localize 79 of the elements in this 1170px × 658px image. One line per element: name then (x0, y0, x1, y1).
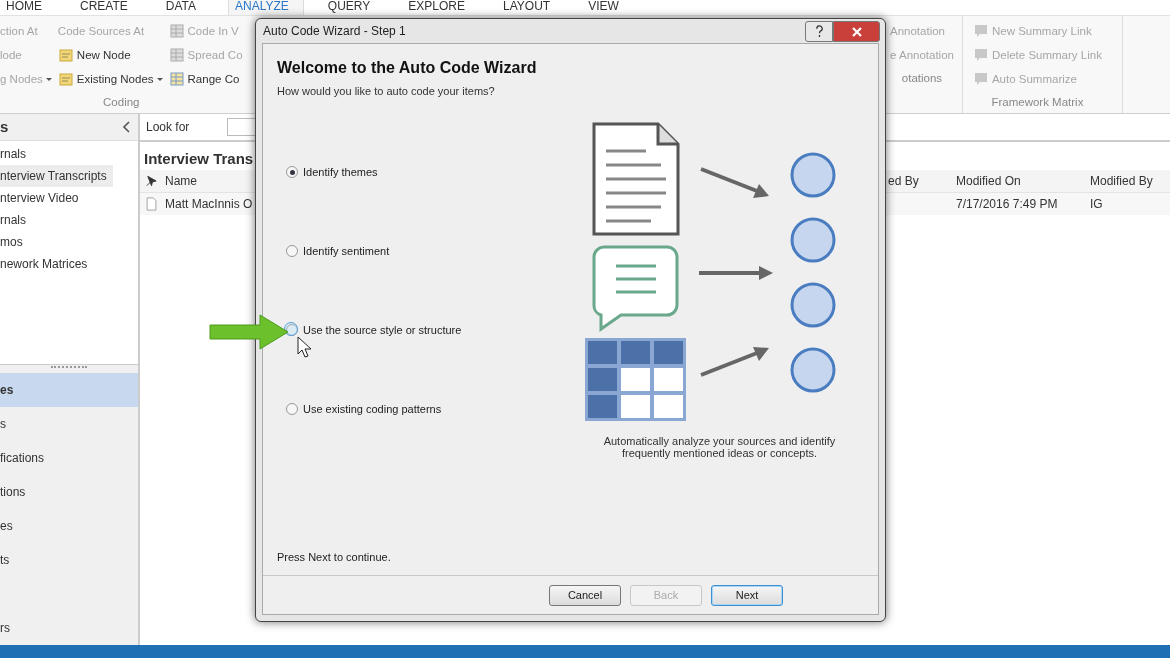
folder-item[interactable]: rnals (0, 208, 32, 231)
ribbon-command[interactable]: Existing Nodes (76, 73, 154, 85)
pin-icon (145, 174, 158, 188)
radio-button[interactable] (286, 403, 298, 415)
table-cell-text: IG (1089, 197, 1104, 211)
option-label[interactable]: Use the source style or structure (303, 324, 462, 336)
navigation-button[interactable]: s (0, 407, 138, 441)
caret-icon[interactable] (156, 77, 163, 81)
group-label: Coding (103, 96, 140, 108)
column-header[interactable]: Modified By (1087, 174, 1170, 188)
description-text: Automatically analyze your sources and identify (603, 435, 836, 447)
table-cell-text: Matt MacInnis O (164, 197, 254, 211)
ribbon-tab[interactable]: HOME (0, 0, 56, 15)
navigation-button[interactable]: fications (0, 441, 138, 475)
sheet-icon (168, 47, 185, 63)
close-button[interactable] (833, 21, 880, 42)
option-label[interactable]: Use existing coding patterns (303, 403, 442, 415)
arrow-icon (700, 167, 769, 198)
description-text: frequently mentioned ideas or concepts. (621, 447, 817, 459)
pane-title: s (0, 118, 9, 136)
note-icon (57, 47, 74, 63)
radio-button[interactable] (286, 166, 298, 178)
ribbon-tab[interactable]: VIEW (582, 0, 633, 15)
navigation-button[interactable]: ts (0, 543, 138, 577)
collapse-icon[interactable] (122, 119, 132, 134)
ribbon-command[interactable]: New Node (76, 49, 131, 61)
arrow-icon (700, 347, 769, 377)
folder-item[interactable]: mos (0, 230, 29, 253)
wizard-heading: Welcome to the Auto Code Wizard (277, 59, 538, 77)
node-circle (790, 282, 836, 328)
help-icon (814, 25, 824, 38)
document-icon (145, 197, 158, 211)
table-cell-text: 7/17/2016 7:49 PM (955, 197, 1059, 211)
ribbon-command[interactable]: Range Co (187, 73, 240, 85)
node-circle (790, 347, 836, 393)
table-grid-icon (585, 338, 686, 421)
dialog-button[interactable]: Next (711, 584, 783, 606)
ribbon-tab[interactable]: LAYOUT (497, 0, 565, 15)
folder-item[interactable]: nterview Video (0, 186, 85, 209)
comment-icon (972, 71, 989, 87)
close-icon (851, 26, 862, 37)
splitter-grip[interactable] (51, 366, 87, 371)
comment-icon (972, 23, 989, 39)
ribbon-tab[interactable]: CREATE (74, 0, 142, 15)
look-for-label: Look for (146, 120, 190, 134)
note-icon (57, 71, 74, 87)
ribbon-tab[interactable]: DATA (159, 0, 211, 15)
column-header[interactable]: ed By (885, 174, 953, 188)
group-label: Framework Matrix (991, 96, 1084, 108)
mouse-cursor-icon (297, 336, 311, 358)
folder-item[interactable]: nterview Transcripts (0, 164, 113, 187)
node-circle (790, 152, 836, 198)
option-label[interactable]: Identify sentiment (303, 245, 390, 257)
list-title: Interview Trans (143, 149, 255, 169)
speech-bubble-icon (592, 245, 679, 331)
ribbon-tab[interactable]: QUERY (321, 0, 385, 15)
window-title: Auto Code Wizard - Step 1 (263, 24, 406, 38)
ribbon-tab[interactable]: ANALYZE (228, 0, 304, 15)
ribbon-tab[interactable]: EXPLORE (402, 0, 479, 15)
wizard-prompt: How would you like to auto code your items? (277, 85, 496, 97)
group-label: otations (901, 72, 943, 84)
arrow-icon (699, 266, 773, 280)
sheet-icon (168, 23, 185, 39)
navigation-button[interactable]: rs (0, 611, 138, 645)
column-header[interactable]: Modified On (953, 174, 1087, 188)
dialog-button[interactable]: Cancel (549, 584, 621, 606)
option-label[interactable]: Identify themes (303, 166, 378, 178)
navigation-button[interactable]: tions (0, 475, 138, 509)
comment-icon (972, 47, 989, 63)
footer-note: Press Next to continue. (277, 551, 392, 563)
navigation-button[interactable]: es (0, 373, 138, 407)
help-button[interactable] (805, 21, 833, 42)
document-icon (592, 122, 680, 236)
navigation-button[interactable]: es (0, 509, 138, 543)
folder-item[interactable]: nework Matrices (0, 252, 94, 275)
folder-item[interactable]: rnals (0, 142, 32, 165)
sheet-icon (168, 71, 185, 87)
radio-button[interactable] (286, 245, 298, 257)
node-circle (790, 217, 836, 263)
